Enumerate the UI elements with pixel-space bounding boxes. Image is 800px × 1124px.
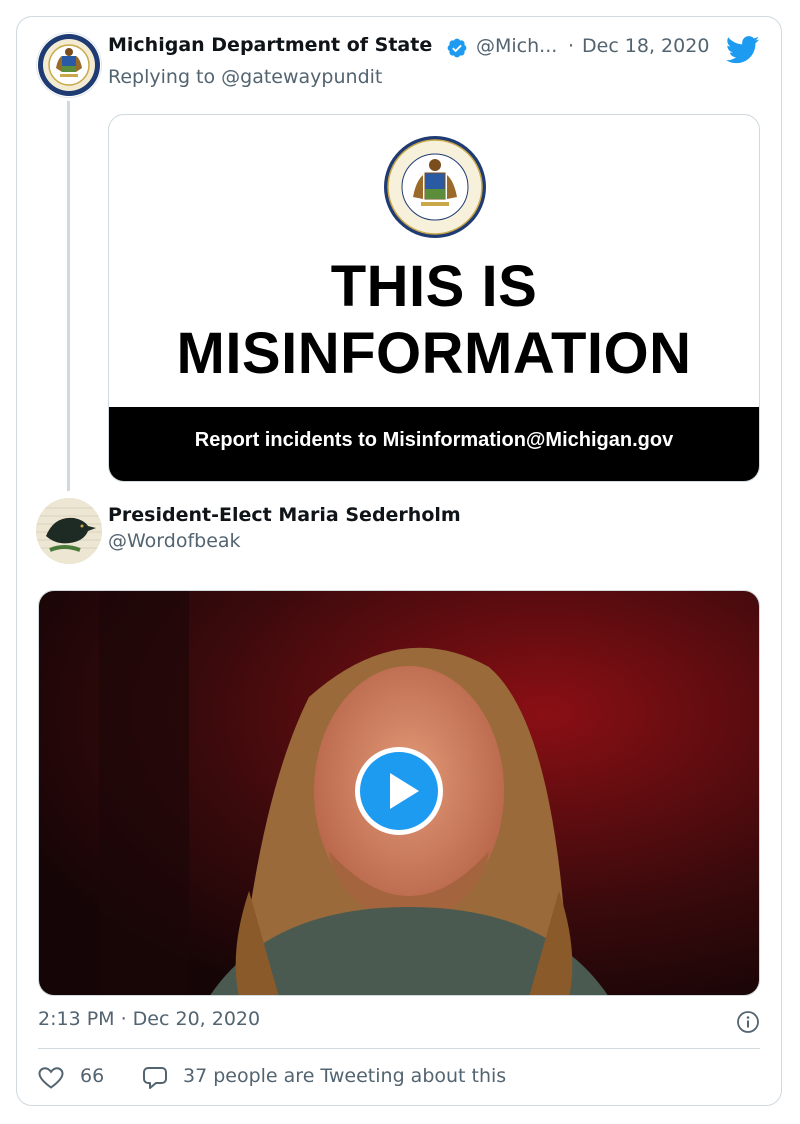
divider bbox=[38, 1048, 760, 1049]
verified-badge-icon bbox=[447, 38, 467, 58]
separator-dot: · bbox=[568, 35, 575, 57]
like-count[interactable]: 66 bbox=[80, 1065, 104, 1087]
michigan-seal-avatar[interactable] bbox=[36, 32, 102, 98]
report-banner: Report incidents to Misinformation@Michi… bbox=[109, 407, 759, 481]
info-icon[interactable] bbox=[736, 1010, 760, 1034]
twitter-bird-icon[interactable] bbox=[726, 36, 760, 64]
headline-line-2: MISINFORMATION bbox=[176, 321, 692, 386]
author-name[interactable]: Michigan Department of State bbox=[108, 34, 432, 56]
author-handle-2[interactable]: @Wordofbeak bbox=[108, 530, 241, 552]
replying-to[interactable]: Replying to @gatewaypundit bbox=[108, 66, 382, 88]
michigan-seal-logo bbox=[384, 136, 486, 238]
report-text: Report incidents to Misinformation@Michi… bbox=[194, 429, 674, 451]
author-name-2[interactable]: President-Elect Maria Sederholm bbox=[108, 504, 461, 526]
author-handle[interactable]: @Mich... bbox=[476, 35, 557, 57]
speech-bubble-icon[interactable] bbox=[142, 1065, 168, 1091]
play-icon[interactable] bbox=[353, 745, 445, 837]
misinformation-image[interactable]: THIS IS MISINFORMATION Report incidents … bbox=[108, 114, 760, 482]
headline-line-1: THIS IS bbox=[330, 254, 538, 319]
thread-line bbox=[67, 101, 70, 491]
tweet-date[interactable]: Dec 18, 2020 bbox=[582, 35, 709, 57]
heart-icon[interactable] bbox=[38, 1066, 64, 1090]
tweeting-about-link[interactable]: 37 people are Tweeting about this bbox=[183, 1065, 506, 1087]
tweet-timestamp[interactable]: 2:13 PM · Dec 20, 2020 bbox=[38, 1008, 260, 1030]
crow-avatar[interactable] bbox=[36, 498, 102, 564]
